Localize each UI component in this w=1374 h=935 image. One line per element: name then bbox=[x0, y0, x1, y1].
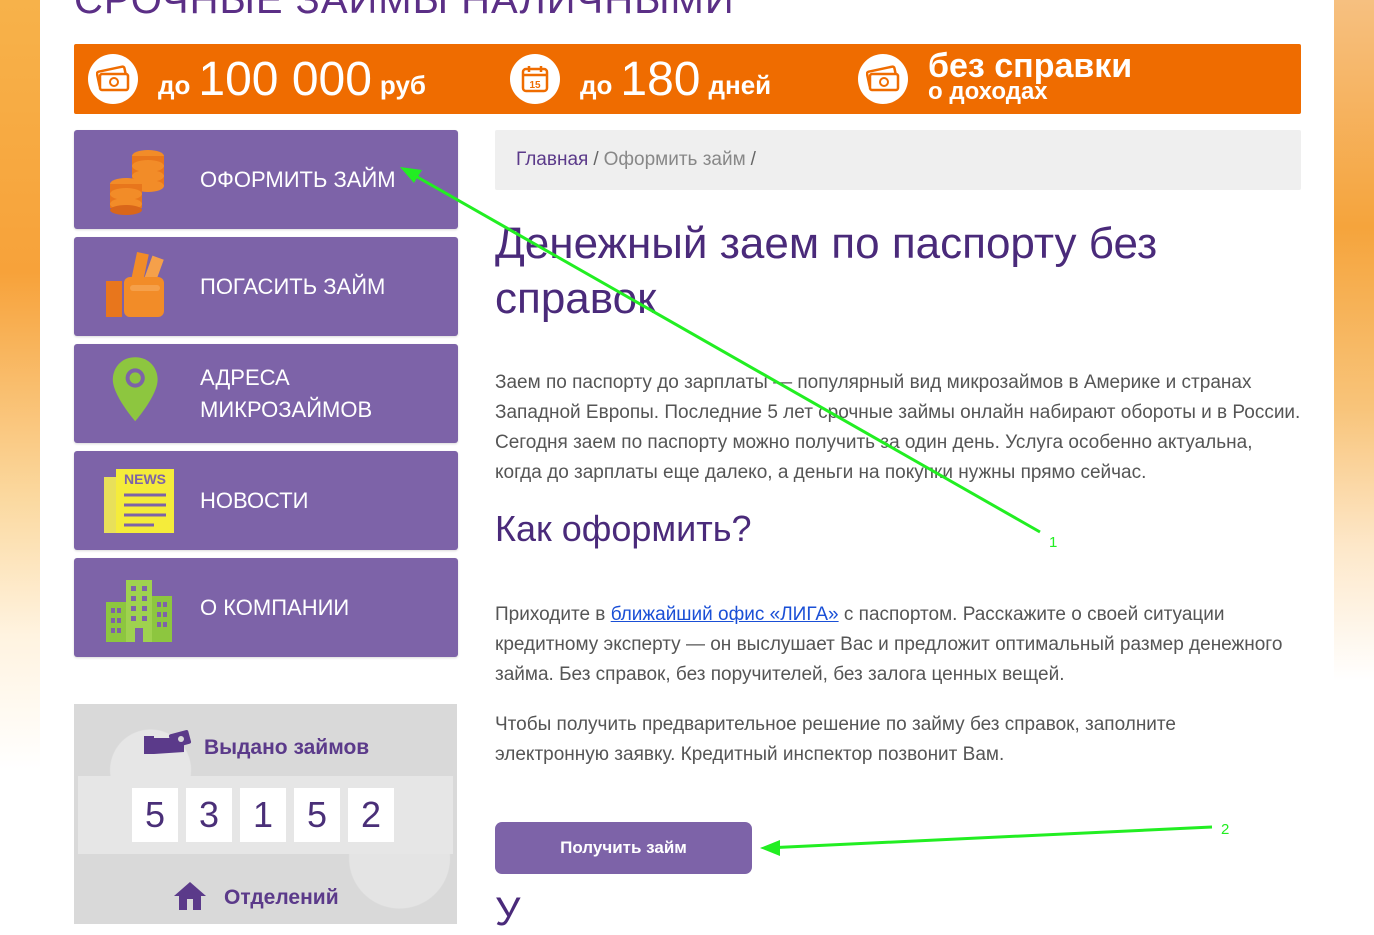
benefit-amount: до 100 000 руб bbox=[88, 44, 426, 114]
benefit-term: 15 до 180 дней bbox=[510, 44, 771, 114]
counter-digit: 2 bbox=[348, 788, 394, 842]
menu-item-apply-loan[interactable]: ОФОРМИТЬ ЗАЙМ bbox=[74, 130, 458, 229]
news-icon-text: NEWS bbox=[124, 471, 166, 487]
nearest-office-link[interactable]: ближайший офис «ЛИГА» bbox=[611, 604, 839, 625]
background-decoration-right bbox=[1334, 0, 1374, 908]
menu-item-repay-loan[interactable]: ПОГАСИТЬ ЗАЙМ bbox=[74, 237, 458, 336]
hand-money-icon bbox=[104, 251, 176, 323]
no-docs-text: без справки о доходах bbox=[928, 47, 1133, 105]
counter-digit: 1 bbox=[240, 788, 286, 842]
amount-value: 100 000 bbox=[198, 52, 372, 106]
menu-item-news[interactable]: NEWS НОВОСТИ bbox=[74, 451, 458, 550]
money-icon bbox=[858, 54, 908, 104]
breadcrumb-current: Оформить займ bbox=[603, 149, 746, 170]
counter-digit: 3 bbox=[186, 788, 232, 842]
get-loan-button[interactable]: Получить займ bbox=[495, 822, 752, 874]
main-content: Главная / Оформить займ / Денежный заем … bbox=[495, 130, 1301, 770]
calendar-day: 15 bbox=[529, 80, 541, 91]
term-prefix: до bbox=[580, 69, 613, 100]
site-title: СРОЧНЫЕ ЗАЙМЫ НАЛИЧНЫМИ bbox=[74, 0, 735, 22]
hand-cash-icon bbox=[144, 730, 192, 765]
side-menu: ОФОРМИТЬ ЗАЙМ ПОГАСИТЬ ЗАЙМ АДРЕСА МИКРО… bbox=[74, 130, 458, 665]
counter-header: Выдано займов bbox=[144, 730, 369, 765]
term-unit: дней bbox=[708, 69, 772, 100]
money-icon bbox=[88, 54, 138, 104]
menu-item-label: АДРЕСА МИКРОЗАЙМОВ bbox=[200, 364, 373, 422]
amount-unit: руб bbox=[379, 69, 426, 100]
menu-item-label: НОВОСТИ bbox=[200, 487, 309, 513]
menu-item-about-company[interactable]: О КОМПАНИИ bbox=[74, 558, 458, 657]
coins-icon bbox=[104, 144, 176, 216]
house-icon bbox=[170, 880, 210, 915]
office-paragraph: Приходите в ближайший офис «ЛИГА» с пасп… bbox=[495, 600, 1285, 690]
loans-counter-widget: Выдано займов 5 3 1 5 2 Отделений bbox=[74, 704, 457, 924]
branches-header: Отделений bbox=[170, 880, 339, 915]
map-pin-icon bbox=[104, 357, 176, 430]
buildings-icon bbox=[104, 572, 176, 644]
branches-title: Отделений bbox=[224, 885, 339, 909]
menu-item-label: ОФОРМИТЬ ЗАЙМ bbox=[200, 166, 396, 192]
counter-digit: 5 bbox=[132, 788, 178, 842]
menu-item-addresses[interactable]: АДРЕСА МИКРОЗАЙМОВ bbox=[74, 344, 458, 443]
counter-title: Выдано займов bbox=[204, 735, 370, 759]
breadcrumb-separator: / bbox=[593, 149, 599, 170]
intro-paragraph: Заем по паспорту до зарплаты — популярны… bbox=[495, 372, 1301, 483]
no-docs-line1: без справки bbox=[928, 47, 1133, 85]
counter-digits: 5 3 1 5 2 bbox=[78, 776, 453, 854]
benefits-bar: до 100 000 руб 15 до 180 дней без справк… bbox=[74, 44, 1301, 114]
office-paragraph-text: Приходите в bbox=[495, 604, 611, 625]
menu-item-label: ПОГАСИТЬ ЗАЙМ bbox=[200, 273, 386, 299]
page: СРОЧНЫЕ ЗАЙМЫ НАЛИЧНЫМИ до 100 000 руб 1… bbox=[40, 0, 1334, 934]
breadcrumb-home-link[interactable]: Главная bbox=[516, 149, 588, 171]
page-title: Денежный заем по паспорту без справок bbox=[495, 219, 1158, 323]
breadcrumb-separator: / bbox=[750, 149, 756, 170]
benefit-no-docs: без справки о доходах bbox=[858, 44, 1132, 114]
application-paragraph: Чтобы получить предварительное решение п… bbox=[495, 714, 1176, 765]
breadcrumb: Главная / Оформить займ / bbox=[495, 130, 1301, 190]
no-docs-line2: о доходах bbox=[928, 78, 1048, 105]
term-value: 180 bbox=[620, 52, 701, 106]
background-decoration-left bbox=[0, 0, 40, 908]
news-icon: NEWS bbox=[104, 465, 176, 537]
counter-digit: 5 bbox=[294, 788, 340, 842]
next-heading-fragment: У bbox=[495, 890, 521, 934]
section-heading: Как оформить? bbox=[495, 508, 752, 549]
amount-prefix: до bbox=[158, 69, 191, 100]
calendar-icon: 15 bbox=[510, 54, 560, 104]
menu-item-label: О КОМПАНИИ bbox=[200, 594, 350, 620]
